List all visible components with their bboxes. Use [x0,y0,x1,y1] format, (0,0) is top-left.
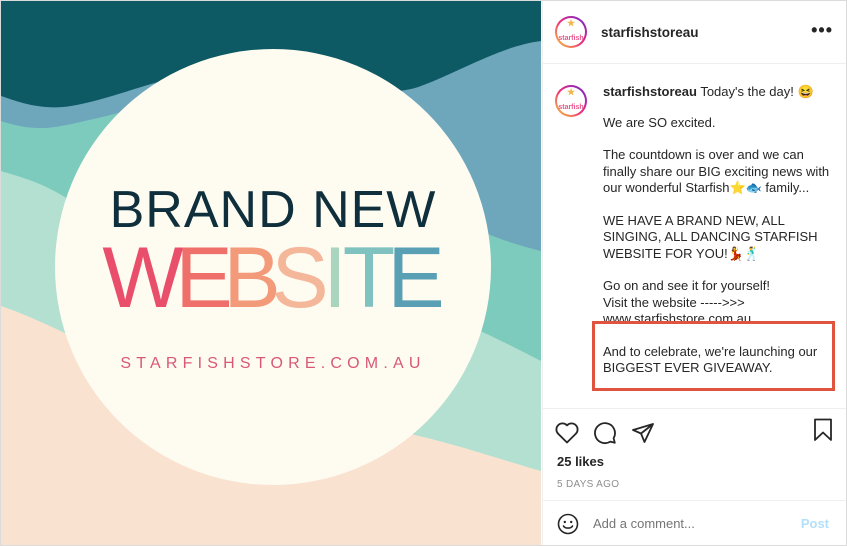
caption-avatar-label: starfish [558,104,584,111]
more-options-icon[interactable]: ••• [811,21,833,39]
caption-avatar[interactable]: ★ starfish [555,85,587,117]
header-username[interactable]: starfishstoreau [601,25,699,40]
likes-count[interactable]: 25 likes [543,454,846,469]
caption-paragraph: The countdown is over and we can finally… [603,147,830,195]
caption-greeting: Today's the day! 😆 [700,84,814,99]
star-icon: ★ [566,18,576,28]
comment-bar: Post [543,500,846,545]
website-letter: W [102,230,183,326]
website-letter: E [387,230,444,326]
caption-paragraph: WE HAVE A BRAND NEW, ALL SINGING, ALL DA… [603,212,818,261]
bookmark-icon[interactable] [813,418,833,442]
heart-icon[interactable] [555,422,579,444]
comment-icon[interactable] [593,421,617,445]
post-comment-button[interactable]: Post [801,516,829,531]
post-sidebar: ★ starfish starfishstoreau ••• ★ starfis… [542,1,846,545]
action-icons [543,409,846,453]
comment-input[interactable] [593,516,783,531]
share-icon[interactable] [631,421,655,445]
caption-username[interactable]: starfishstoreau [603,84,697,99]
post-image[interactable]: BRAND NEW WEBSITE STARFISHSTORE.COM.AU [1,1,541,545]
headline-website: WEBSITE [102,230,444,326]
domain-text: STARFISHSTORE.COM.AU [120,355,425,372]
emoji-icon[interactable] [557,513,579,535]
highlight-box [592,321,835,391]
avatar-label: starfish [558,35,584,42]
avatar-inner: ★ starfish [557,18,585,46]
caption-area: ★ starfish starfishstoreau Today's the d… [543,64,846,408]
website-letter: S [271,230,328,326]
action-bar: 25 likes 5 DAYS AGO [543,408,846,501]
avatar[interactable]: ★ starfish [555,16,587,48]
caption-avatar-inner: ★ starfish [557,87,585,115]
caption-paragraph: We are SO excited. [603,114,716,130]
post-header: ★ starfish starfishstoreau ••• [543,1,846,64]
caption-first-line: starfishstoreau Today's the day! 😆 [603,84,835,101]
post-graphic: BRAND NEW WEBSITE STARFISHSTORE.COM.AU [1,1,541,545]
instagram-post: BRAND NEW WEBSITE STARFISHSTORE.COM.AU ★… [0,0,847,546]
post-timestamp[interactable]: 5 DAYS AGO [543,479,846,490]
star-icon: ★ [566,87,576,97]
